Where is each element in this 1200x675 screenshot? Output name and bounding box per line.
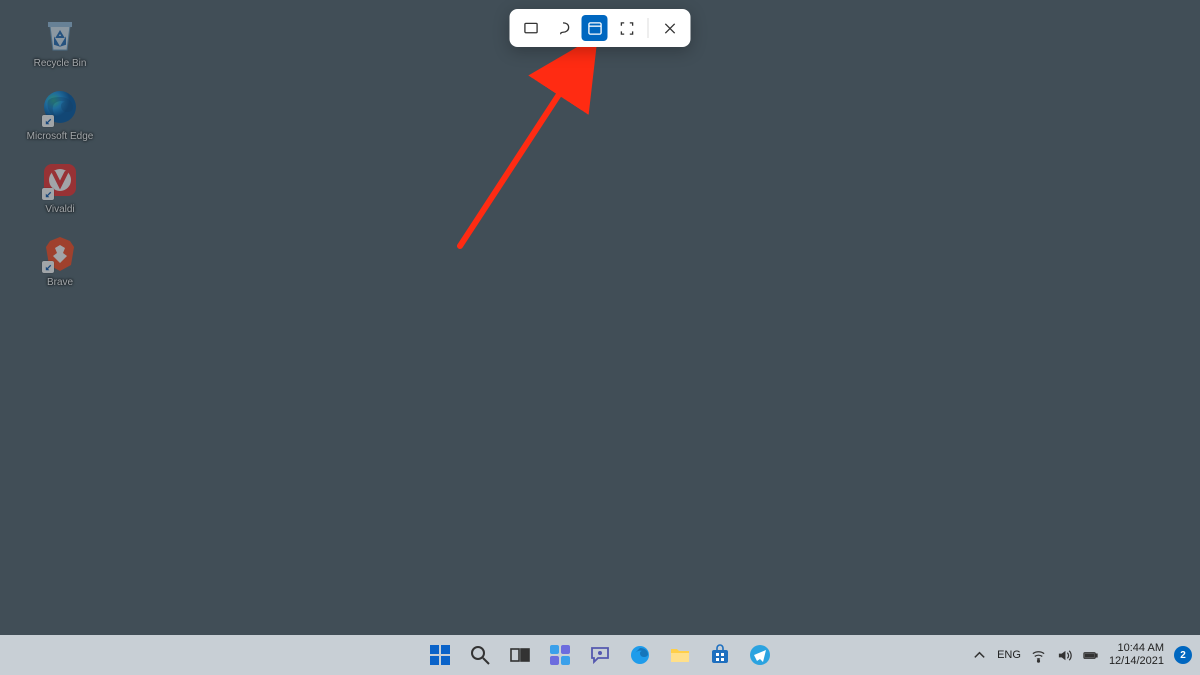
wifi-icon[interactable] <box>1031 647 1047 663</box>
clock-time: 10:44 AM <box>1109 642 1164 655</box>
desktop-icons: Recycle Bin Microsoft Edge Vivaldi Brave <box>0 8 120 306</box>
widgets-button[interactable] <box>543 638 577 672</box>
desktop-icon-label: Vivaldi <box>25 204 95 215</box>
desktop-icon-brave[interactable]: Brave <box>25 233 95 288</box>
taskbar: ENG 10:44 AM 12/14/2021 2 <box>0 635 1200 675</box>
chat-button[interactable] <box>583 638 617 672</box>
volume-icon[interactable] <box>1057 647 1073 663</box>
start-button[interactable] <box>423 638 457 672</box>
tray-overflow-button[interactable] <box>971 647 987 663</box>
close-snip-button[interactable] <box>657 15 683 41</box>
annotation-arrow <box>430 36 640 266</box>
taskbar-clock[interactable]: 10:44 AM 12/14/2021 <box>1109 642 1164 667</box>
desktop-icon-label: Microsoft Edge <box>25 131 95 142</box>
rectangular-snip-button[interactable] <box>518 15 544 41</box>
system-tray: ENG 10:44 AM 12/14/2021 2 <box>971 642 1192 667</box>
clock-date: 12/14/2021 <box>1109 655 1164 668</box>
battery-icon[interactable] <box>1083 647 1099 663</box>
language-indicator[interactable]: ENG <box>997 649 1021 661</box>
desktop-icon-microsoft-edge[interactable]: Microsoft Edge <box>25 87 95 142</box>
desktop-icon-vivaldi[interactable]: Vivaldi <box>25 160 95 215</box>
file-explorer-app[interactable] <box>663 638 697 672</box>
desktop-icon-label: Brave <box>25 277 95 288</box>
microsoft-store-app[interactable] <box>703 638 737 672</box>
vivaldi-icon <box>40 160 80 200</box>
brave-icon <box>40 233 80 273</box>
notification-count: 2 <box>1180 650 1186 661</box>
shortcut-overlay-icon <box>42 188 54 200</box>
taskbar-center-items <box>423 638 777 672</box>
edge-icon <box>40 87 80 127</box>
shortcut-overlay-icon <box>42 261 54 273</box>
window-snip-button[interactable] <box>582 15 608 41</box>
shortcut-overlay-icon <box>42 115 54 127</box>
snipping-tool-toolbar <box>510 9 691 47</box>
edge-app[interactable] <box>623 638 657 672</box>
telegram-app[interactable] <box>743 638 777 672</box>
screen-dim-overlay <box>0 0 1200 675</box>
freeform-snip-button[interactable] <box>550 15 576 41</box>
recycle-bin-icon <box>40 14 80 54</box>
task-view-button[interactable] <box>503 638 537 672</box>
notification-center-button[interactable]: 2 <box>1174 646 1192 664</box>
desktop-icon-label: Recycle Bin <box>25 58 95 69</box>
search-button[interactable] <box>463 638 497 672</box>
toolbar-divider <box>648 18 649 38</box>
desktop-icon-recycle-bin[interactable]: Recycle Bin <box>25 14 95 69</box>
fullscreen-snip-button[interactable] <box>614 15 640 41</box>
